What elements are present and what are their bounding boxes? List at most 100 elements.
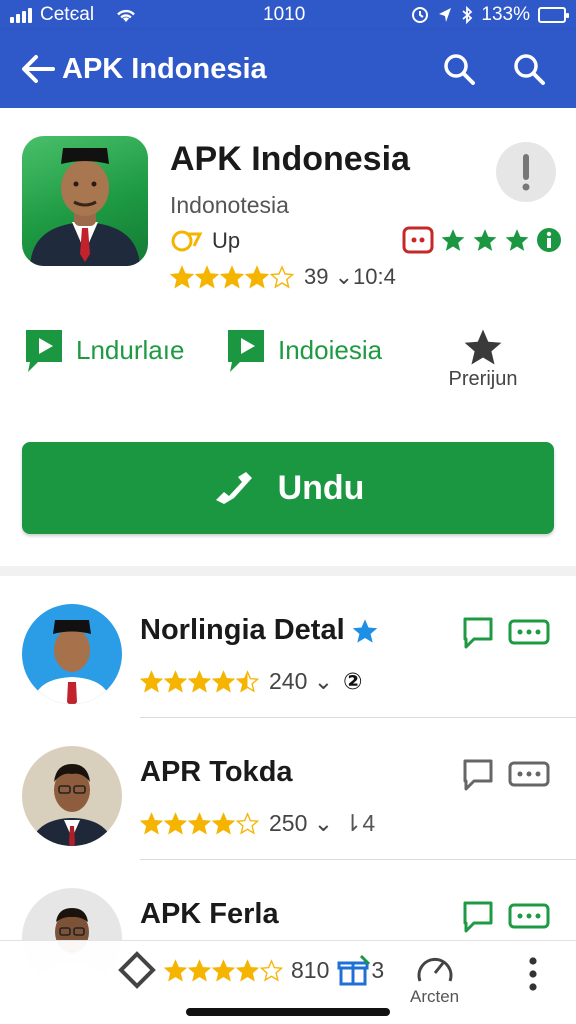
alarm-icon [412,7,429,23]
phone-icon [215,472,252,504]
green-star-icon [473,229,497,251]
rating-count: 240 ⌄ [269,668,334,694]
wifi-icon [117,9,135,22]
list-item-title-text: Norlingia Detal [140,614,345,646]
nav-item-arcten[interactable]: Arcten [410,951,459,1007]
status-time: 1010 [263,4,306,25]
rating-star-icon [260,958,283,981]
search-button[interactable] [436,46,482,92]
play-chat-icon [228,330,264,372]
play-chat-icon [26,330,62,372]
list-item-title: APK Ferla [140,898,279,931]
app-bar-title: APK Indonesia [62,52,267,85]
rating-stars [170,265,294,289]
rating-suffix: ② [343,668,363,694]
meta-label-1: Lndurlaıe [76,334,185,365]
search-button-2[interactable] [506,46,552,92]
home-indicator[interactable] [186,1008,390,1016]
list-item-title-text: APK Ferla [140,898,279,930]
list-item-title-text: APR Tokda [140,756,293,788]
green-star-icon [505,229,529,251]
comment-icon[interactable] [462,758,494,792]
rating-star-icon [140,812,163,835]
arrow-left-icon [22,55,55,83]
update-row: Up [170,228,240,254]
rating-star-icon [212,670,235,693]
list-item[interactable]: Norlingia Detal 240 ⌄ ② [0,576,576,718]
rating-star-icon [236,812,259,835]
diamond-icon [118,951,156,989]
rating-star-icon [212,812,235,835]
badge-row [402,226,562,254]
rating-star-icon [188,812,211,835]
list-item-rating: 250 ⌄ ⇂4 [140,810,375,837]
rating-star-icon [212,958,235,981]
screen: Cetєal 1010 133% APK Indonesia APK Indon… [0,0,576,1024]
back-button[interactable] [18,49,58,89]
rating-star-icon [164,958,187,981]
list-item-actions [462,758,550,792]
rating-star-icon [220,265,244,289]
list-item[interactable]: APR Tokda 250 ⌄ ⇂4 [0,718,576,860]
install-label: Undu [277,468,365,507]
rating-count: 39 ⌄10:4 [304,264,396,289]
more-options-icon[interactable] [508,761,550,789]
rating-count: 250 ⌄ [269,810,334,836]
battery-percent: 133% [481,4,530,25]
app-bar: APK Indonesia [0,30,576,108]
star-icon [464,329,502,365]
rating-star-icon [170,265,194,289]
green-star-icon [441,229,465,251]
rating-suffix: 3 [371,956,385,983]
rating-stars [164,958,283,982]
overflow-menu-button[interactable] [526,955,540,993]
avatar [22,604,122,704]
install-button[interactable]: Undu [22,442,554,534]
premium-item[interactable]: Prerijun [440,326,526,391]
more-options-icon[interactable] [508,903,550,931]
location-icon [439,8,452,22]
meta-item-2[interactable]: Indoiesia [224,326,382,374]
comment-icon[interactable] [462,900,494,934]
list-item-actions [462,900,550,934]
more-vertical-icon [529,957,537,991]
status-bar: Cetєal 1010 133% [0,0,576,30]
avatar [22,746,122,846]
app-rating-row: 39 ⌄10:4 [170,264,396,290]
rating-star-icon [195,265,219,289]
rating-star-icon [236,958,259,981]
meta-item-1[interactable]: Lndurlaıe [22,326,184,374]
rating-star-icon [270,265,294,289]
report-button[interactable] [496,142,556,202]
meta-row: Lndurlaıe Indoiesia Prerijun [22,326,562,396]
rating-stars [140,812,259,835]
list-item-actions [462,616,550,650]
update-icon [171,230,203,252]
rating-star-icon [140,670,163,693]
list-item-rating: 240 ⌄ ② [140,668,363,695]
app-icon[interactable] [22,136,148,266]
comment-icon[interactable] [462,616,494,650]
nav-item-apps[interactable]: 810 3 [118,951,384,989]
info-icon[interactable] [536,227,562,253]
meta-label-2: Indoiesia [278,334,383,365]
rating-star-icon [188,670,211,693]
more-options-icon[interactable] [508,619,550,647]
rating-stars [140,670,259,693]
rating-count: 810 [291,956,330,983]
nav-label-arcten: Arcten [410,987,460,1006]
search-icon [514,54,545,85]
content-rating-icon [402,226,434,254]
gift-icon [337,954,371,986]
search-icon [444,54,475,85]
rating-star-icon [245,265,269,289]
app-header-card: APK Indonesia Indonotesia Up 39 ⌄10:4 Ln… [0,108,576,566]
verified-star-icon [352,618,377,643]
premium-label: Prerijun [448,368,518,390]
gauge-icon [417,958,453,982]
person-portrait-icon [30,148,140,266]
app-name: APK Indonesia [170,140,410,178]
rating-star-icon [236,670,259,693]
signal-icon [10,7,32,23]
update-label: Up [212,228,241,253]
